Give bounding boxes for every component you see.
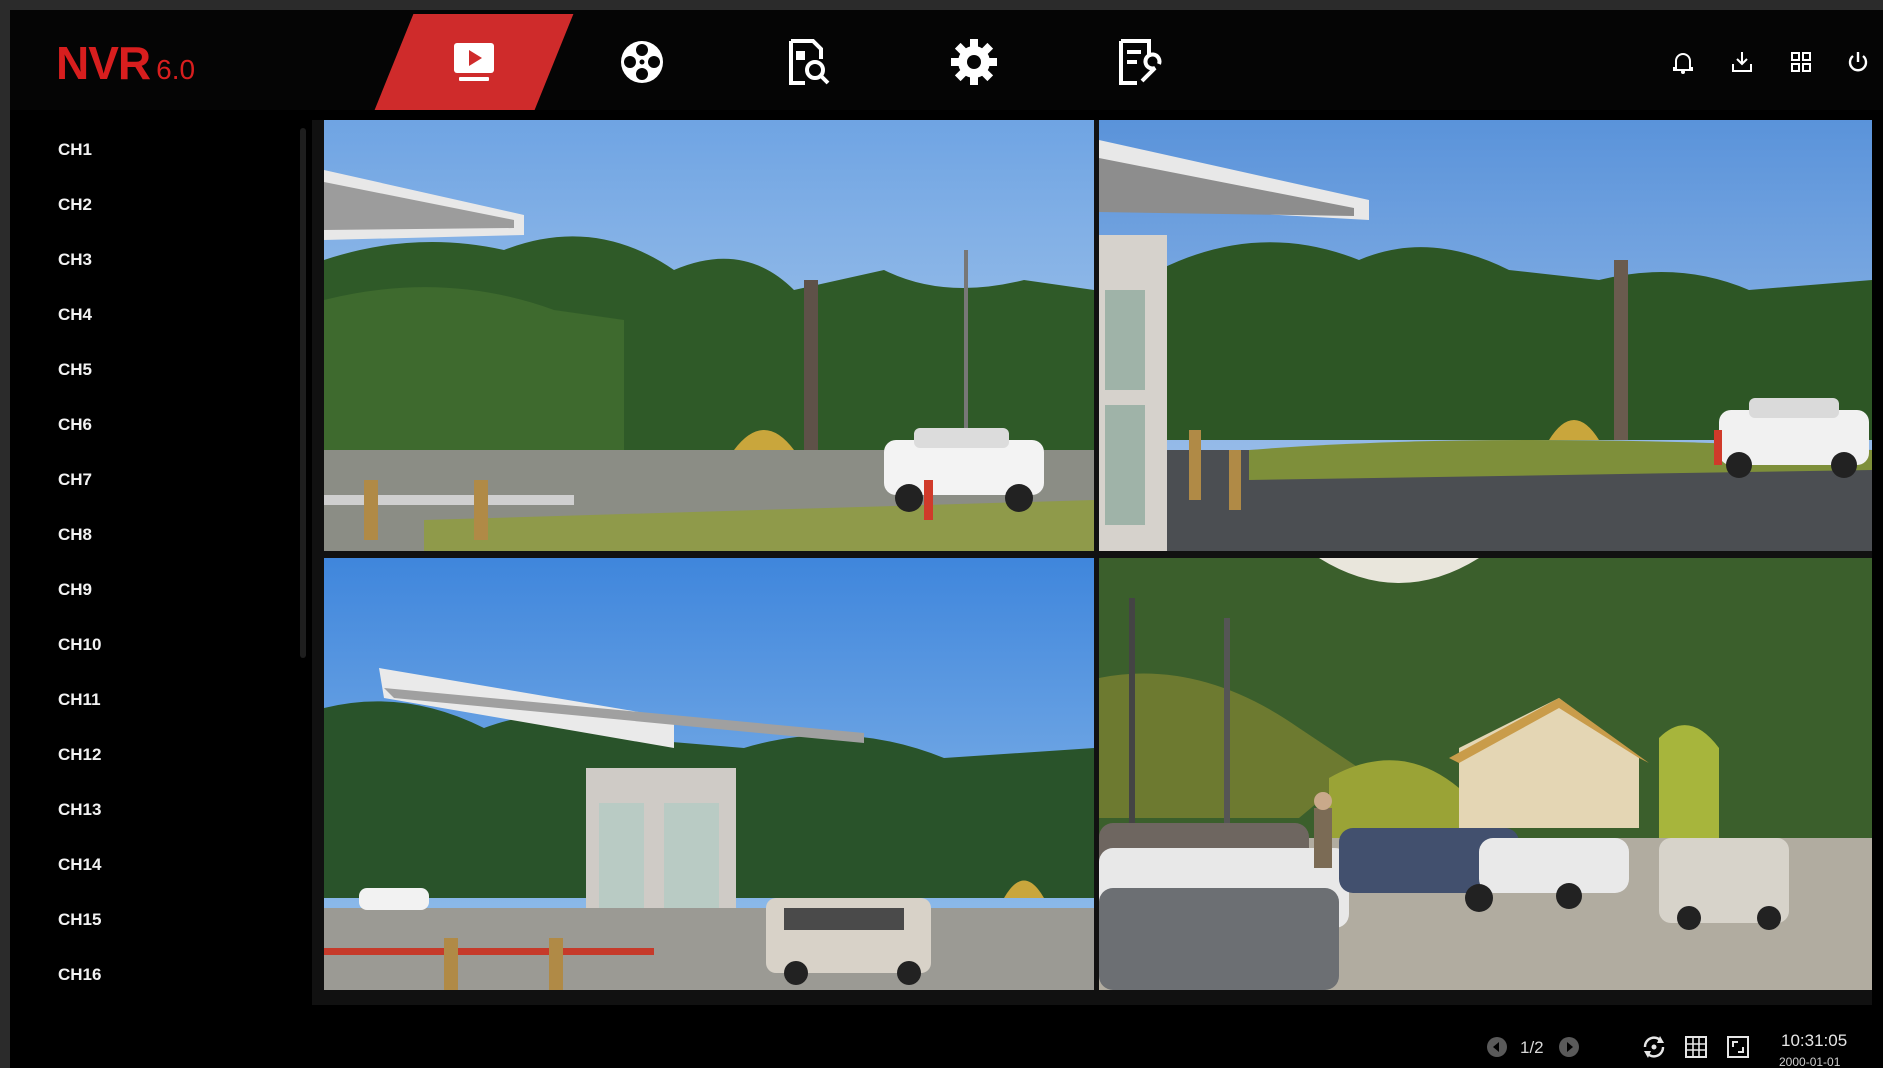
fullscreen-button[interactable] <box>1725 1034 1751 1060</box>
sequence-icon <box>1643 1036 1665 1058</box>
alarm-button[interactable] <box>1667 46 1699 78</box>
playback-reel-icon <box>621 41 663 83</box>
prev-page-button[interactable] <box>1486 1036 1508 1058</box>
sidebar-item-ch9[interactable]: CH9 <box>58 580 92 600</box>
version-label: 6.0 <box>156 54 196 85</box>
sidebar-item-ch7[interactable]: CH7 <box>58 470 92 490</box>
camera-feed-image <box>1099 558 1872 990</box>
logo: NVR 6.0 <box>56 36 196 89</box>
download-icon <box>1732 52 1752 72</box>
download-button[interactable] <box>1726 46 1758 78</box>
sidebar-item-ch10[interactable]: CH10 <box>58 635 101 655</box>
sidebar-item-ch16[interactable]: CH16 <box>58 965 101 985</box>
nav-playback[interactable] <box>562 14 722 110</box>
sidebar-item-ch1[interactable]: CH1 <box>58 140 92 160</box>
bell-icon <box>1673 53 1693 74</box>
sidebar-item-ch15[interactable]: CH15 <box>58 910 101 930</box>
nav-live-view[interactable] <box>394 14 554 110</box>
grid-icon <box>1685 1036 1707 1058</box>
camera-view-2[interactable] <box>1099 120 1872 551</box>
nvr-app: NVR 6.0 CH1 CH2 CH3 CH4 CH5 CH6 CH7 CH8 … <box>10 10 1883 1068</box>
camera-feed-image <box>324 120 1094 551</box>
search-file-icon <box>789 39 830 85</box>
nav-search[interactable] <box>728 14 888 110</box>
layout-icon <box>1791 52 1811 72</box>
nav-maintenance[interactable] <box>1060 14 1220 110</box>
sidebar-item-ch4[interactable]: CH4 <box>58 305 92 325</box>
sidebar-item-ch8[interactable]: CH8 <box>58 525 92 545</box>
camera-view-3[interactable] <box>324 558 1094 990</box>
power-icon <box>1848 52 1868 72</box>
sidebar-item-ch5[interactable]: CH5 <box>58 360 92 380</box>
sidebar-scrollbar[interactable] <box>300 128 306 658</box>
channel-sidebar: CH1 CH2 CH3 CH4 CH5 CH6 CH7 CH8 CH9 CH10 CH11 CH12 C… <box>10 110 310 1068</box>
sidebar-item-ch6[interactable]: CH6 <box>58 415 92 435</box>
fullscreen-icon <box>1727 1036 1749 1058</box>
sidebar-item-ch14[interactable]: CH14 <box>58 855 101 875</box>
next-page-button[interactable] <box>1558 1036 1580 1058</box>
layout-button[interactable] <box>1785 46 1817 78</box>
video-grid <box>312 120 1872 1005</box>
bottom-bar: 1/2 10:31:05 2000-01-01 <box>10 1005 1883 1068</box>
nav-settings[interactable] <box>894 14 1054 110</box>
sidebar-item-ch3[interactable]: CH3 <box>58 250 92 270</box>
sidebar-item-ch13[interactable]: CH13 <box>58 800 101 820</box>
settings-gear-icon <box>951 39 997 85</box>
camera-feed-image <box>324 558 1094 990</box>
maintenance-icon <box>1119 39 1162 85</box>
clock-time: 10:31:05 <box>1781 1031 1848 1050</box>
power-button[interactable] <box>1842 46 1874 78</box>
clock-date: 2000-01-01 <box>1779 1055 1841 1068</box>
camera-view-1[interactable] <box>324 120 1094 551</box>
brand-name: NVR <box>56 37 151 89</box>
top-bar: NVR 6.0 <box>10 10 1883 110</box>
sidebar-item-ch2[interactable]: CH2 <box>58 195 92 215</box>
sequence-button[interactable] <box>1641 1034 1667 1060</box>
grid-layout-button[interactable] <box>1683 1034 1709 1060</box>
live-view-icon <box>454 43 494 81</box>
camera-view-4[interactable] <box>1099 558 1872 990</box>
page-indicator: 1/2 <box>1520 1038 1544 1057</box>
camera-feed-image <box>1099 120 1872 551</box>
next-page-icon <box>1559 1037 1579 1057</box>
sidebar-item-ch12[interactable]: CH12 <box>58 745 101 765</box>
prev-page-icon <box>1487 1037 1507 1057</box>
sidebar-item-ch11[interactable]: CH11 <box>58 690 101 710</box>
